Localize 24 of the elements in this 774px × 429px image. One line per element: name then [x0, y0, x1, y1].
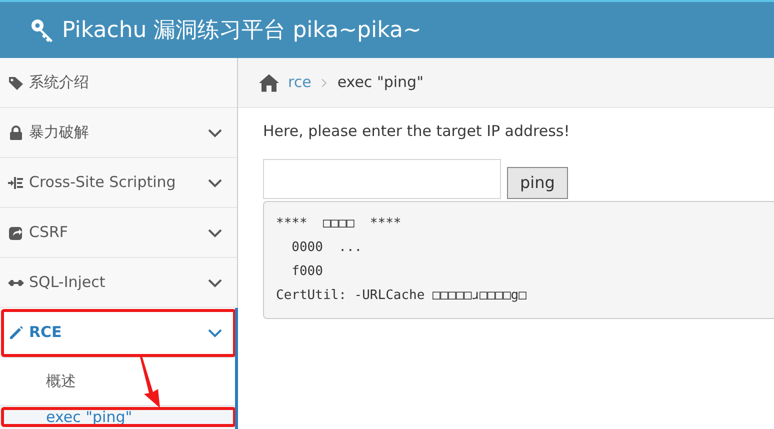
breadcrumb-current: exec "ping" — [337, 72, 424, 94]
lock-icon — [8, 124, 24, 140]
submenu-item[interactable]: exec "ping" — [0, 406, 237, 428]
pencil-icon — [8, 324, 24, 340]
output-line: 0000 ... — [290, 238, 364, 256]
ping-button[interactable]: ping — [507, 166, 568, 198]
sidebar-item[interactable]: 暴力破解 — [0, 108, 237, 158]
key-icon — [30, 18, 54, 42]
home-icon — [258, 72, 280, 92]
tag-icon — [8, 74, 24, 90]
list-indent-icon — [8, 174, 24, 190]
app-title: Pikachu 漏洞练习平台 pika~pika~ — [62, 16, 422, 44]
output-line: CertUtil: -URLCache □□□□□ɹ□□□□g□ — [276, 286, 528, 304]
sidebar-item[interactable]: Cross-Site Scripting — [0, 158, 237, 208]
output-line: **** □□□□ **** — [276, 214, 402, 232]
output-line: f000 — [290, 262, 324, 280]
submenu-item[interactable]: 概述 — [0, 358, 237, 406]
chevron-right-icon — [319, 76, 330, 88]
share-icon — [8, 224, 24, 240]
sidebar-item[interactable]: 系统介绍 — [0, 58, 237, 108]
ip-input-field[interactable] — [263, 158, 501, 198]
sidebar-item[interactable]: CSRF — [0, 208, 237, 258]
sidebar-item[interactable]: RCE — [0, 308, 237, 358]
prompt-text: Here, please enter the target IP address! — [263, 121, 571, 142]
